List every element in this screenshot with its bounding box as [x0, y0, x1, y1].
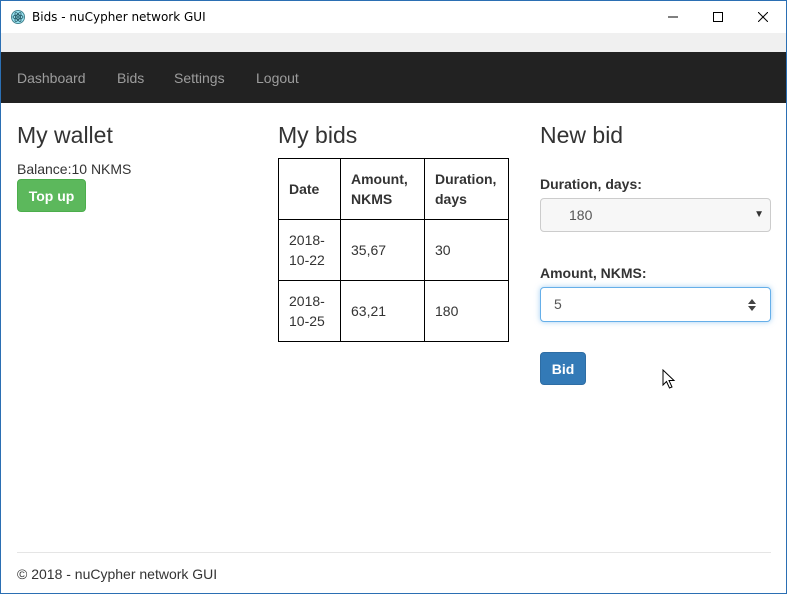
- maximize-icon: [713, 12, 723, 22]
- nav-item-logout[interactable]: Logout: [256, 70, 299, 86]
- bids-heading: My bids: [278, 122, 358, 148]
- new-bid-heading: New bid: [540, 122, 624, 148]
- table-header-row: Date Amount, NKMS Duration, days: [278, 158, 509, 220]
- footer-divider: [17, 552, 771, 553]
- window-title: Bids - nuCypher network GUI: [32, 10, 206, 24]
- column-header-amount: Amount, NKMS: [340, 158, 425, 220]
- minimize-button[interactable]: [650, 1, 696, 33]
- nav-item-settings[interactable]: Settings: [174, 70, 225, 86]
- app-window: Bids - nuCypher network GUI Dashboard Bi…: [0, 0, 787, 594]
- bids-table: Date Amount, NKMS Duration, days 2018-10…: [278, 158, 509, 342]
- cell-duration: 30: [424, 219, 509, 281]
- nav-item-dashboard[interactable]: Dashboard: [17, 70, 86, 86]
- amount-label: Amount, NKMS:: [540, 265, 647, 281]
- duration-select[interactable]: 180 ▼: [540, 198, 771, 232]
- cell-date: 2018-10-22: [278, 219, 341, 281]
- close-icon: [758, 12, 768, 22]
- amount-input[interactable]: 5: [540, 287, 771, 322]
- close-button[interactable]: [740, 1, 786, 33]
- table-row: 2018-10-25 63,21 180: [278, 280, 509, 342]
- electron-icon: [11, 10, 25, 24]
- amount-input-value: 5: [554, 296, 562, 312]
- column-header-duration: Duration, days: [424, 158, 509, 220]
- spinner-arrows-icon[interactable]: [747, 297, 757, 313]
- dropdown-arrow-icon: ▼: [754, 209, 764, 220]
- menu-spacer: [1, 33, 786, 52]
- wallet-balance: Balance:10 NKMS: [17, 161, 132, 177]
- top-up-button[interactable]: Top up: [17, 179, 86, 212]
- cell-amount: 63,21: [340, 280, 425, 342]
- wallet-heading: My wallet: [17, 122, 113, 148]
- title-bar[interactable]: Bids - nuCypher network GUI: [1, 1, 786, 33]
- column-header-date: Date: [278, 158, 341, 220]
- maximize-button[interactable]: [695, 1, 741, 33]
- nav-item-bids[interactable]: Bids: [117, 70, 144, 86]
- cell-duration: 180: [424, 280, 509, 342]
- duration-label: Duration, days:: [540, 176, 642, 192]
- cell-amount: 35,67: [340, 219, 425, 281]
- cell-date: 2018-10-25: [278, 280, 341, 342]
- top-navbar: Dashboard Bids Settings Logout: [1, 52, 786, 103]
- footer-copyright: © 2018 - nuCypher network GUI: [17, 566, 218, 582]
- bid-button[interactable]: Bid: [540, 352, 586, 385]
- duration-select-value: 180: [569, 207, 593, 223]
- mouse-pointer-icon: [662, 369, 676, 389]
- minimize-icon: [668, 16, 678, 18]
- table-row: 2018-10-22 35,67 30: [278, 219, 509, 281]
